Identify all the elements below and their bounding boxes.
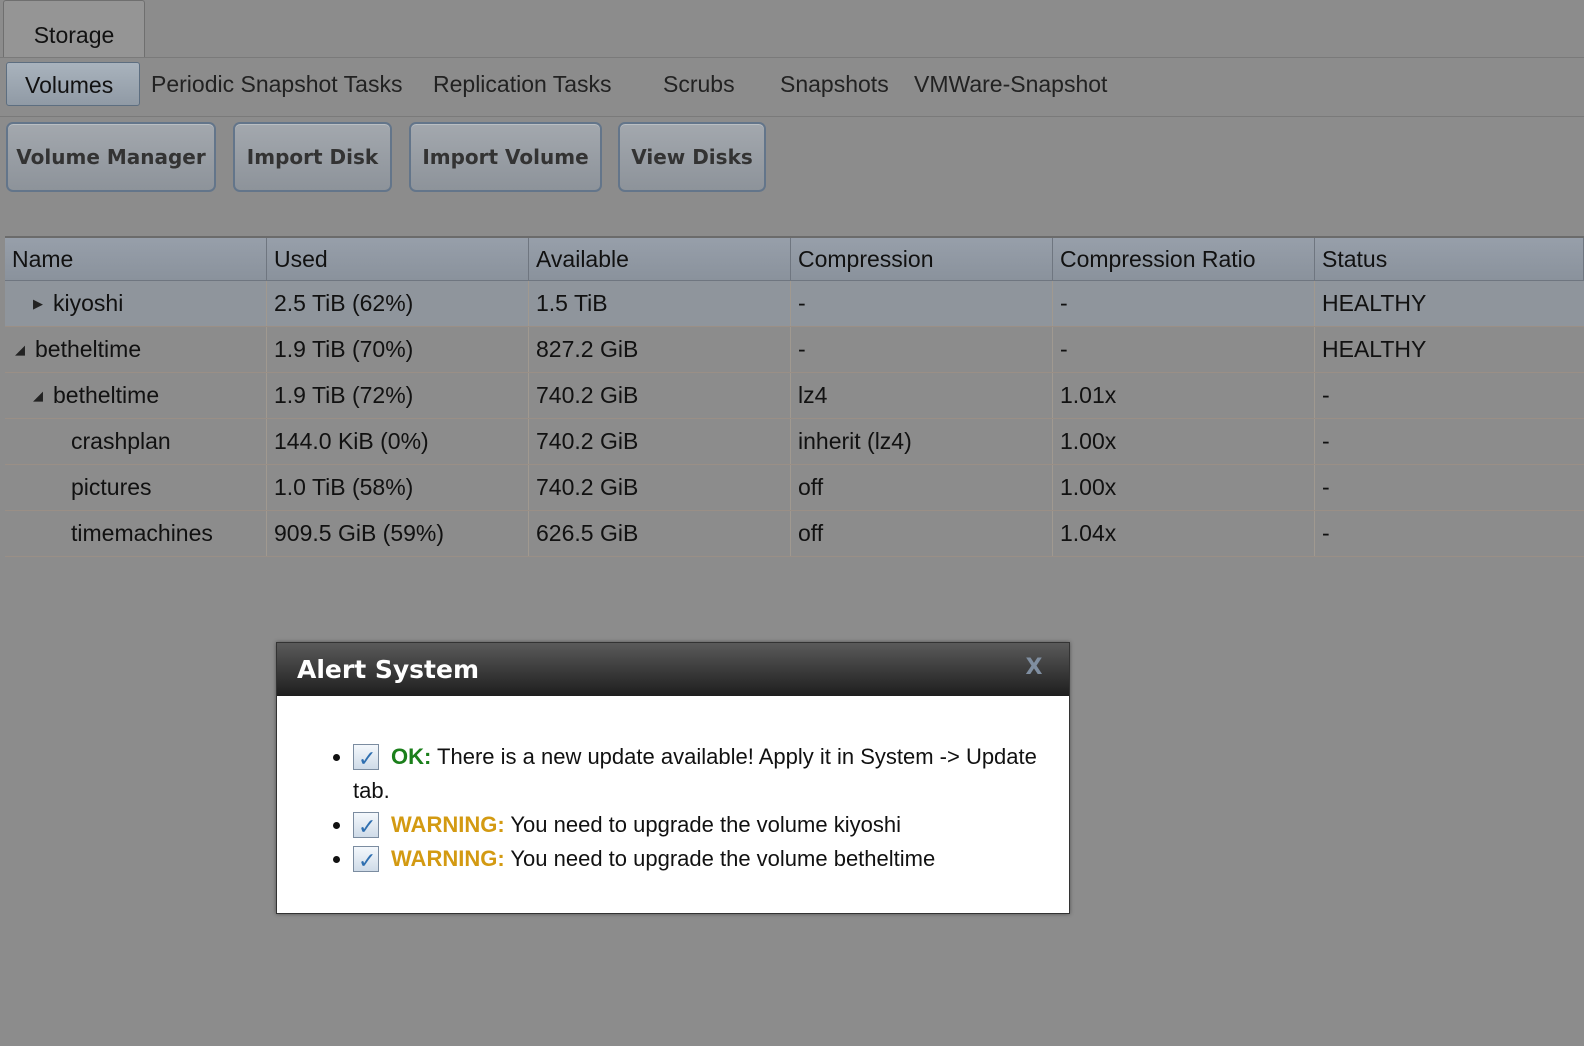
cell-compression: - [791, 327, 1053, 372]
cell-status: HEALTHY [1322, 290, 1427, 316]
import-volume-button[interactable]: Import Volume [409, 122, 602, 192]
cell-available: 740.2 GiB [529, 373, 791, 418]
close-icon[interactable]: X [1023, 657, 1045, 679]
alert-message: There is a new update available! Apply i… [353, 744, 1037, 803]
grid-header: Name Used Available Compression Compress… [5, 238, 1584, 281]
table-row[interactable]: timemachines 909.5 GiB (59%) 626.5 GiB o… [5, 511, 1584, 557]
top-tab-bar: Storage [0, 0, 1584, 58]
cell-available: 626.5 GiB [529, 511, 791, 556]
cell-available: 1.5 TiB [529, 281, 791, 326]
view-disks-button[interactable]: View Disks [618, 122, 766, 192]
import-disk-button[interactable]: Import Disk [233, 122, 392, 192]
subtab-periodic-snapshot-tasks[interactable]: Periodic Snapshot Tasks [151, 62, 402, 106]
cell-status: - [1322, 474, 1330, 500]
cell-name: ◢ betheltime [5, 327, 267, 372]
alert-checkbox[interactable] [353, 742, 379, 776]
column-header-compression-ratio[interactable]: Compression Ratio [1053, 238, 1315, 280]
cell-compression: - [791, 281, 1053, 326]
collapse-arrow-icon[interactable]: ◢ [12, 327, 28, 372]
alert-list: OK: There is a new update available! App… [277, 696, 1069, 878]
storage-window: Storage Volumes Periodic Snapshot Tasks … [0, 0, 1584, 1046]
cell-compression: lz4 [791, 373, 1053, 418]
row-name: timemachines [71, 520, 213, 546]
cell-compression-ratio: 1.00x [1053, 465, 1315, 510]
row-name: pictures [71, 474, 152, 500]
cell-name: timemachines [5, 511, 267, 556]
cell-compression-ratio: 1.01x [1053, 373, 1315, 418]
cell-compression: off [791, 511, 1053, 556]
alert-system-dialog: Alert System X OK: There is a new update… [276, 642, 1070, 914]
dialog-title-bar[interactable]: Alert System X [277, 643, 1069, 696]
row-name: kiyoshi [53, 290, 124, 316]
cell-compression-ratio: 1.00x [1053, 419, 1315, 464]
cell-status: - [1322, 382, 1330, 408]
tab-storage[interactable]: Storage [3, 0, 145, 57]
subtab-scrubs[interactable]: Scrubs [663, 62, 735, 106]
expand-arrow-icon[interactable]: ▶ [30, 281, 46, 326]
alert-checkbox[interactable] [353, 844, 379, 878]
column-header-available[interactable]: Available [529, 238, 791, 280]
cell-used: 1.0 TiB (58%) [267, 465, 529, 510]
cell-name: ◢ betheltime [5, 373, 267, 418]
cell-used: 1.9 TiB (72%) [267, 373, 529, 418]
cell-name: pictures [5, 465, 267, 510]
alert-item: OK: There is a new update available! App… [353, 740, 1049, 808]
column-header-compression[interactable]: Compression [791, 238, 1053, 280]
cell-status: HEALTHY [1322, 336, 1427, 362]
row-name: betheltime [35, 336, 142, 362]
column-header-status[interactable]: Status [1315, 238, 1584, 280]
cell-compression: off [791, 465, 1053, 510]
cell-used: 2.5 TiB (62%) [267, 281, 529, 326]
cell-compression-ratio: - [1053, 327, 1315, 372]
table-row[interactable]: ▶ kiyoshi 2.5 TiB (62%) 1.5 TiB - - HEAL… [5, 281, 1584, 327]
alert-level-warning: WARNING: [391, 846, 505, 871]
cell-compression-ratio: - [1053, 281, 1315, 326]
cell-available: 827.2 GiB [529, 327, 791, 372]
alert-item: WARNING: You need to upgrade the volume … [353, 808, 1049, 844]
subtab-snapshots[interactable]: Snapshots [780, 62, 889, 106]
cell-status: - [1322, 428, 1330, 454]
cell-compression-ratio: 1.04x [1053, 511, 1315, 556]
subtab-bar: Volumes Periodic Snapshot Tasks Replicat… [0, 58, 1584, 117]
alert-level-ok: OK: [391, 744, 432, 769]
cell-available: 740.2 GiB [529, 465, 791, 510]
subtab-replication-tasks[interactable]: Replication Tasks [433, 62, 612, 106]
row-name: betheltime [53, 382, 160, 408]
cell-status: - [1322, 520, 1330, 546]
alert-level-warning: WARNING: [391, 812, 505, 837]
table-row[interactable]: ◢ betheltime 1.9 TiB (72%) 740.2 GiB lz4… [5, 373, 1584, 419]
alert-checkbox[interactable] [353, 810, 379, 844]
column-header-used[interactable]: Used [267, 238, 529, 280]
cell-used: 144.0 KiB (0%) [267, 419, 529, 464]
column-header-name[interactable]: Name [5, 238, 267, 280]
alert-message: You need to upgrade the volume betheltim… [510, 846, 936, 871]
table-row[interactable]: ◢ betheltime 1.9 TiB (70%) 827.2 GiB - -… [5, 327, 1584, 373]
volumes-grid: Name Used Available Compression Compress… [5, 236, 1584, 557]
cell-available: 740.2 GiB [529, 419, 791, 464]
subtab-vmware-snapshot[interactable]: VMWare-Snapshot [914, 62, 1107, 106]
row-name: crashplan [71, 428, 171, 454]
alert-item: WARNING: You need to upgrade the volume … [353, 842, 1049, 878]
cell-compression: inherit (lz4) [791, 419, 1053, 464]
table-row[interactable]: pictures 1.0 TiB (58%) 740.2 GiB off 1.0… [5, 465, 1584, 511]
table-row[interactable]: crashplan 144.0 KiB (0%) 740.2 GiB inher… [5, 419, 1584, 465]
collapse-arrow-icon[interactable]: ◢ [30, 373, 46, 418]
volume-manager-button[interactable]: Volume Manager [6, 122, 216, 192]
cell-used: 909.5 GiB (59%) [267, 511, 529, 556]
subtab-volumes[interactable]: Volumes [6, 62, 140, 106]
cell-used: 1.9 TiB (70%) [267, 327, 529, 372]
dialog-title: Alert System [297, 655, 479, 684]
cell-name: ▶ kiyoshi [5, 281, 267, 326]
alert-message: You need to upgrade the volume kiyoshi [510, 812, 901, 837]
cell-name: crashplan [5, 419, 267, 464]
